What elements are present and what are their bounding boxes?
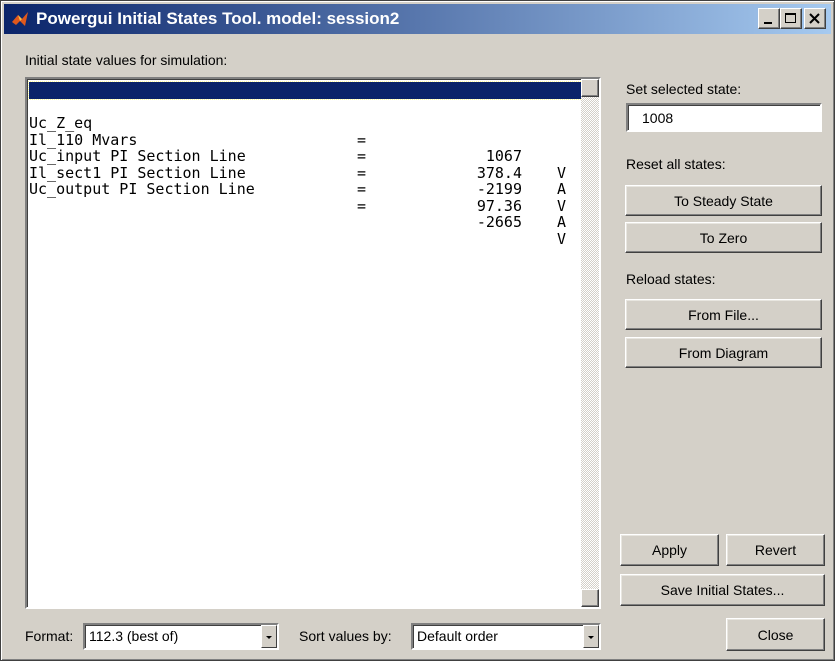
equals-sign: =: [357, 180, 367, 198]
title-bar[interactable]: Powergui Initial States Tool. model: ses…: [4, 4, 831, 34]
reset-all-states-label: Reset all states:: [626, 156, 726, 172]
revert-button[interactable]: Revert: [726, 534, 825, 566]
state-unit: V: [557, 196, 567, 215]
close-window-button[interactable]: [804, 8, 826, 29]
scroll-thumb-icon: [582, 80, 598, 96]
list-item[interactable]: Uc_output PI Section Line = -2665 V: [29, 165, 582, 247]
selected-state-input[interactable]: 1008: [626, 103, 822, 132]
state-unit: V: [557, 229, 567, 248]
list-item[interactable]: Il_Z_eq = 1008 A: [28, 81, 583, 164]
close-button[interactable]: Close: [726, 618, 825, 651]
save-initial-states-button[interactable]: Save Initial States...: [620, 574, 825, 606]
format-label: Format:: [25, 628, 74, 644]
list-label: Initial state values for simulation:: [25, 52, 228, 68]
list-vertical-scrollbar[interactable]: [581, 79, 599, 607]
scroll-up-button[interactable]: [581, 79, 599, 97]
maximize-button[interactable]: [780, 8, 802, 29]
state-rows: Il_Z_eq = 1008 A Uc_Z_eq = 1067 V Il_110…: [28, 81, 583, 247]
state-value: 97.36: [476, 196, 522, 215]
reload-states-label: Reload states:: [626, 271, 716, 287]
apply-button[interactable]: Apply: [620, 534, 719, 566]
equals-sign: =: [357, 196, 367, 215]
minimize-icon: [764, 22, 772, 24]
state-unit: A: [557, 213, 567, 231]
dropdown-arrow-icon: [588, 636, 594, 639]
sort-dropdown[interactable]: Default order: [411, 623, 601, 650]
list-item[interactable]: Il_sect1 PI Section Line = 97.36 A: [29, 148, 582, 230]
state-value: -2199: [476, 180, 522, 198]
format-dropdown[interactable]: 112.3 (best of): [83, 623, 279, 650]
sort-dropdown-arrow[interactable]: [583, 625, 599, 648]
maximize-icon: [785, 13, 796, 23]
state-name: Uc_output PI Section Line: [29, 180, 255, 198]
close-icon: [809, 13, 820, 24]
sort-label: Sort values by:: [299, 628, 392, 644]
list-item[interactable]: Uc_input PI Section Line = -2199 V: [29, 132, 582, 214]
window-title: Powergui Initial States Tool. model: ses…: [36, 9, 400, 28]
minimize-button[interactable]: [758, 8, 780, 29]
matlab-logo-icon: [12, 12, 28, 26]
title-bar-buttons: [758, 8, 828, 30]
sort-selected-value: Default order: [417, 628, 498, 644]
format-selected-value: 112.3 (best of): [89, 628, 179, 644]
from-file-button[interactable]: From File...: [625, 299, 822, 330]
scroll-down-button[interactable]: [581, 589, 599, 607]
state-listbox[interactable]: Il_Z_eq = 1008 A Uc_Z_eq = 1067 V Il_110…: [25, 77, 601, 609]
initial-states-window: Powergui Initial States Tool. model: ses…: [0, 0, 835, 661]
scroll-down-icon: [582, 590, 598, 606]
to-zero-button[interactable]: To Zero: [625, 222, 822, 253]
dropdown-arrow-icon: [266, 636, 272, 639]
from-diagram-button[interactable]: From Diagram: [625, 337, 822, 368]
state-unit: A: [557, 180, 567, 198]
selected-state-value: 1008: [642, 109, 674, 126]
to-steady-state-button[interactable]: To Steady State: [625, 185, 822, 216]
list-item[interactable]: Il_110 Mvars = 378.4 A: [29, 115, 582, 197]
set-selected-state-label: Set selected state:: [626, 81, 742, 97]
list-item[interactable]: Uc_Z_eq = 1067 V: [29, 99, 582, 181]
state-value: -2665: [476, 213, 522, 231]
format-dropdown-arrow[interactable]: [261, 625, 277, 648]
